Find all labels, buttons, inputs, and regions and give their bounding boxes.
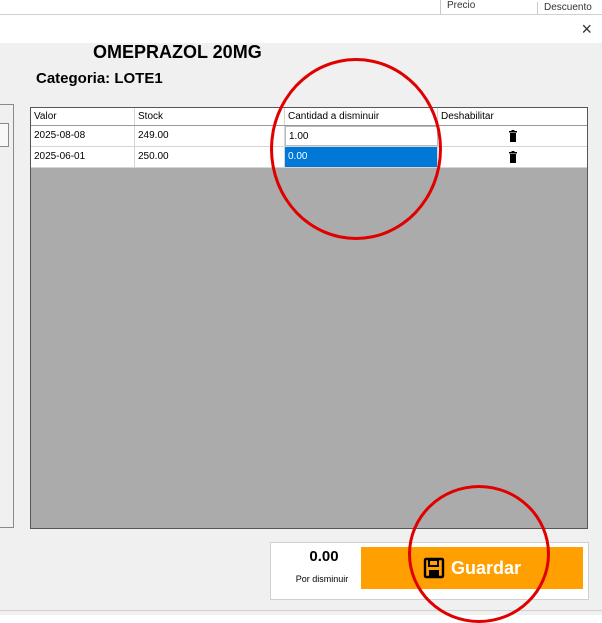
background-column-price: Precio — [440, 0, 536, 14]
lots-grid: Valor Stock Cantidad a disminuir Deshabi… — [30, 107, 588, 529]
cell-valor[interactable]: 2025-06-01 — [31, 147, 135, 167]
dialog-bottom-border — [0, 610, 602, 611]
cantidad-input-selected[interactable]: 0.00 — [285, 147, 438, 167]
header-valor[interactable]: Valor — [31, 108, 135, 125]
trash-icon[interactable] — [508, 151, 518, 163]
cell-stock[interactable]: 250.00 — [135, 147, 285, 167]
amount-to-decrease: 0.00 — [309, 548, 339, 565]
amount-label: Por disminuir — [295, 574, 349, 584]
cantidad-input[interactable]: 1.00 — [285, 126, 438, 146]
grid-header: Valor Stock Cantidad a disminuir Deshabi… — [31, 108, 587, 126]
table-row[interactable]: 2025-08-08 249.00 1.00 — [31, 126, 587, 147]
floppy-disk-icon — [423, 557, 445, 579]
trash-icon[interactable] — [508, 130, 518, 142]
header-deshabilitar[interactable]: Deshabilitar — [438, 108, 587, 125]
table-row[interactable]: 2025-06-01 250.00 0.00 — [31, 147, 587, 168]
left-panel-handle — [0, 123, 9, 147]
category-label: Categoria: LOTE1 — [36, 70, 163, 87]
save-button[interactable]: Guardar — [361, 547, 583, 589]
cell-stock[interactable]: 249.00 — [135, 126, 285, 146]
disable-cell[interactable] — [438, 126, 587, 146]
header-cantidad[interactable]: Cantidad a disminuir — [285, 108, 438, 125]
dialog-titlebar: × — [0, 15, 602, 43]
close-icon[interactable]: × — [581, 20, 592, 38]
cell-valor[interactable]: 2025-08-08 — [31, 126, 135, 146]
save-button-label: Guardar — [450, 557, 522, 578]
product-title: OMEPRAZOL 20MG — [93, 42, 262, 62]
left-panel-edge — [0, 104, 14, 528]
header-stock[interactable]: Stock — [135, 108, 285, 125]
disable-cell[interactable] — [438, 147, 587, 167]
